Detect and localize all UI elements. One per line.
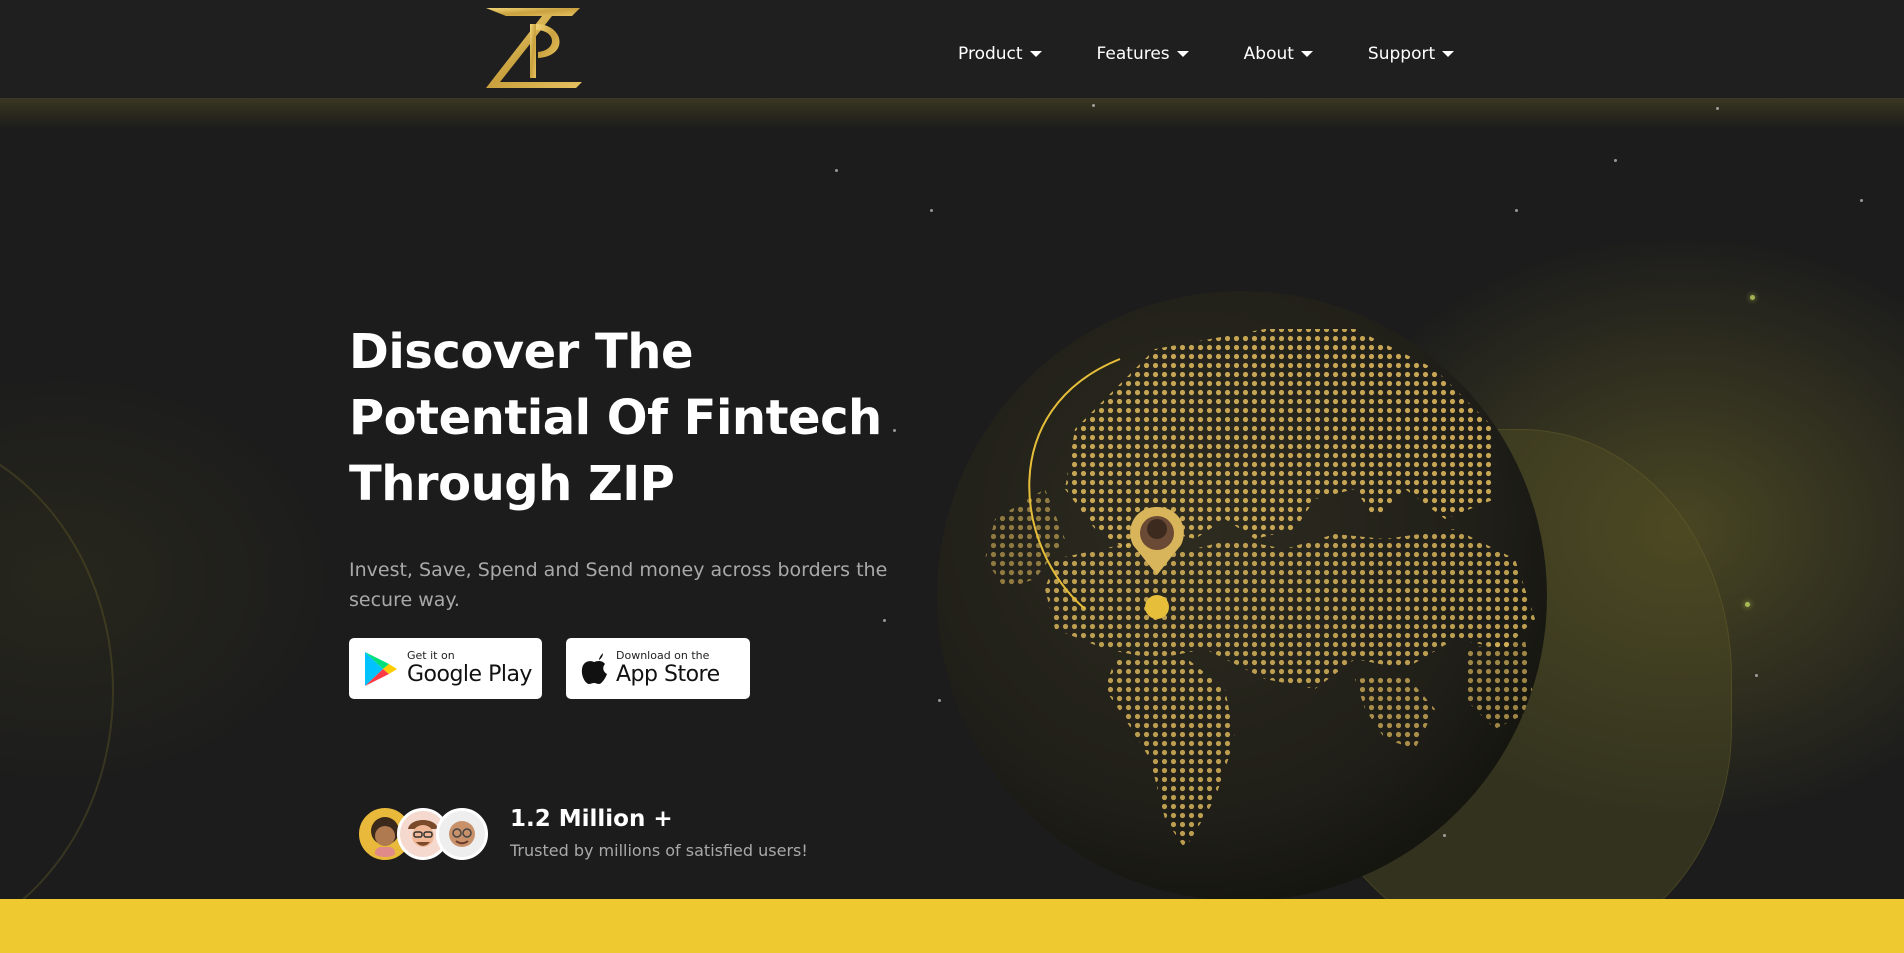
store-caption: Download on the [616,648,710,662]
apple-icon [581,652,607,684]
app-store-button[interactable]: Download on the App Store [566,638,750,699]
nav-label: Product [958,44,1023,64]
headline-line: Through ZIP [349,456,675,512]
store-name: App Store [616,661,720,687]
users-count: 1.2 Million + [510,806,673,832]
avatar [436,808,488,860]
star-glow [1750,295,1755,300]
store-name: Google Play [407,661,532,687]
avatar-face-icon [449,821,475,847]
nav-features[interactable]: Features [1097,44,1189,64]
zip-logo-icon[interactable] [484,6,584,90]
hero-subtitle: Invest, Save, Spend and Send money acros… [349,559,888,611]
users-caption: Trusted by millions of satisfied users! [510,841,808,860]
hero-section: Discover The Potential Of Fintech Throug… [0,99,1904,899]
star [1755,674,1758,677]
caret-down-icon [1176,51,1189,57]
google-play-icon [365,651,397,686]
globe-illustration [937,291,1547,899]
star [1515,209,1518,212]
nav-label: Features [1096,44,1170,64]
nav-about[interactable]: About [1244,44,1313,64]
star [1614,159,1617,162]
star [835,169,838,172]
caret-down-icon [1029,51,1042,57]
nav-product[interactable]: Product [958,44,1042,64]
star [1092,104,1095,107]
google-play-button[interactable]: Get it on Google Play [349,638,542,699]
nav-label: Support [1367,44,1436,64]
nav-label: About [1243,44,1294,64]
main-nav: Product Features About Support [958,44,1509,64]
star-glow [1745,602,1750,607]
headline-line: Discover The [349,324,694,380]
hero-headline: Discover The Potential Of Fintech Throug… [349,319,909,517]
decorative-arc [0,429,114,899]
headline-line: Potential Of Fintech [349,390,882,446]
caret-down-icon [1300,51,1313,57]
nav-support[interactable]: Support [1367,44,1455,64]
caret-down-icon [1442,51,1455,57]
star [1716,107,1719,110]
site-header: Product Features About Support [0,0,1904,99]
user-avatars [359,808,494,864]
star [883,619,886,622]
store-caption: Get it on [407,648,455,662]
yellow-band [0,899,1904,953]
star [930,209,933,212]
star [1860,199,1863,202]
